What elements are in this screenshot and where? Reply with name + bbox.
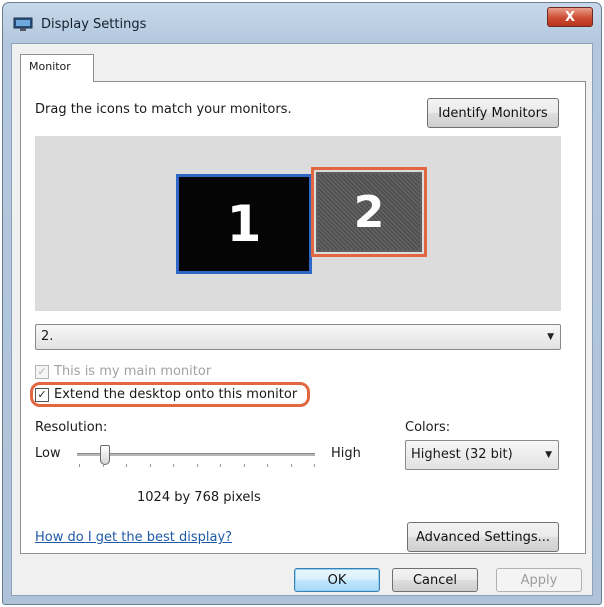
drag-instruction: Drag the icons to match your monitors. xyxy=(35,102,292,117)
apply-button[interactable]: Apply xyxy=(496,568,582,592)
colors-select[interactable]: Highest (32 bit) ▼ xyxy=(405,440,559,470)
slider-tick xyxy=(173,464,174,467)
chevron-down-icon: ▼ xyxy=(545,450,552,460)
slider-tick xyxy=(267,464,268,467)
colors-label: Colors: xyxy=(405,420,451,435)
resolution-ticks xyxy=(79,464,315,468)
slider-tick xyxy=(244,464,245,467)
title-bar[interactable]: Display Settings X xyxy=(3,3,601,43)
slider-tick xyxy=(220,464,221,467)
monitor-arrangement-area: 1 2 xyxy=(35,136,561,311)
close-button[interactable]: X xyxy=(547,7,593,27)
slider-tick xyxy=(314,464,315,467)
slider-tick xyxy=(197,464,198,467)
advanced-settings-button[interactable]: Advanced Settings... xyxy=(407,522,559,552)
slider-tick xyxy=(291,464,292,467)
monitor-2-icon[interactable]: 2 xyxy=(311,167,427,257)
monitor-select-value: 2. xyxy=(41,329,54,344)
resolution-slider[interactable] xyxy=(77,445,315,465)
main-monitor-label: This is my main monitor xyxy=(54,364,212,379)
colors-select-value: Highest (32 bit) xyxy=(411,447,513,462)
monitor-1-icon[interactable]: 1 xyxy=(176,174,312,274)
display-settings-icon xyxy=(13,17,33,31)
monitor-select[interactable]: 2. ▼ xyxy=(35,324,561,350)
resolution-label: Resolution: xyxy=(35,420,108,435)
extend-desktop-checkbox[interactable]: ✓ xyxy=(35,387,49,402)
cancel-button[interactable]: Cancel xyxy=(392,568,478,592)
extend-desktop-option[interactable]: ✓ Extend the desktop onto this monitor xyxy=(30,382,311,407)
resolution-high-label: High xyxy=(331,446,361,461)
slider-tick xyxy=(150,464,151,467)
best-display-help-link[interactable]: How do I get the best display? xyxy=(35,530,232,545)
window-title: Display Settings xyxy=(41,17,147,32)
ok-button[interactable]: OK xyxy=(294,568,380,592)
display-settings-window: Display Settings X Monitor Drag the icon… xyxy=(2,2,602,605)
identify-monitors-button[interactable]: Identify Monitors xyxy=(427,98,559,128)
resolution-low-label: Low xyxy=(35,446,61,461)
main-monitor-checkbox: ✓ xyxy=(35,364,49,379)
tab-monitor[interactable]: Monitor xyxy=(20,54,94,82)
extend-desktop-label: Extend the desktop onto this monitor xyxy=(54,387,298,402)
monitor-panel: Drag the icons to match your monitors. I… xyxy=(20,81,586,554)
dialog-body: Monitor Drag the icons to match your mon… xyxy=(11,43,593,596)
slider-tick xyxy=(79,464,80,467)
chevron-down-icon: ▼ xyxy=(547,332,554,342)
resolution-slider-thumb[interactable] xyxy=(100,445,110,465)
main-monitor-option: ✓ This is my main monitor xyxy=(35,364,211,379)
slider-tick xyxy=(126,464,127,467)
resolution-value: 1024 by 768 pixels xyxy=(137,490,261,505)
slider-tick xyxy=(103,464,104,467)
